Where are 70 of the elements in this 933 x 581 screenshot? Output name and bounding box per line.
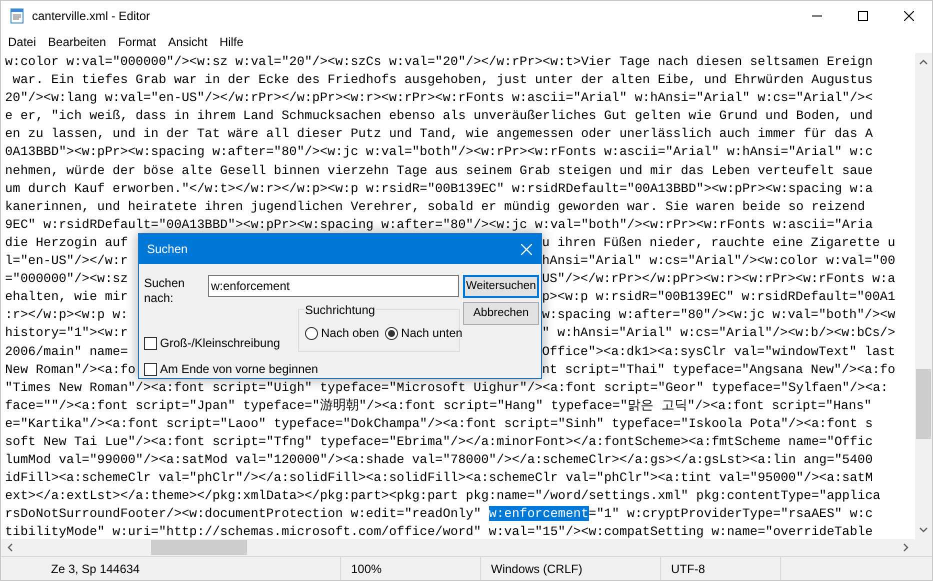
code-line: w:spacing w:after="80"/><w:jc w:val="both"/><w <box>542 306 896 324</box>
checkbox[interactable] <box>144 336 157 350</box>
code-line: e="Kartika"/><a:font script="Laoo" typeface="DokChampa"/><a:font script="Sinh" typeface="Iskoola Pota"/><a:font s <box>5 414 873 433</box>
code-line: US"/></w:rPr></w:pPr><w:r><w:rPr><w:rFonts w:a <box>542 270 896 288</box>
radio-button[interactable] <box>385 326 398 340</box>
code-line: lumMod val="99000"/><a:satMod val="120000"/><a:shade val="78000"/></a:schemeClr></a:gs></a:gsLst><a:lin ang="5400 <box>5 451 873 470</box>
scroll-right-icon[interactable] <box>903 543 909 552</box>
code-line: nehmen, würde der böse alte Gesell binnen vierzehn Tage aus seinem Grab steigen und mir das Leben verteufelt saue <box>5 162 873 180</box>
code-line: 20"/><w:lang w:val="en-US"/></w:rPr></w:pPr><w:r><w:rPr><w:rFonts w:ascii="Arial" w:hAnsi="Arial" w:cs="Arial"/>< <box>5 89 873 108</box>
code-line: face=""/><a:font script="Jpan" typeface="游明朝"/><a:font script="Hang" typeface="맑은 고딕"/><a:font script="Hans" <box>5 396 872 415</box>
code-line: l="en-US"/></w:r <box>5 253 128 268</box>
code-line: nt script="Thai" typeface="Angsana New"/><a:fo <box>542 360 896 379</box>
code-line: rsDoNotSurroundFooter/><w:documentProtection w:edit="readOnly" w:enforcement="1" w:cryptProviderType="rsaAES" w:c <box>5 505 873 524</box>
checkbox[interactable] <box>144 362 157 376</box>
radio-label: Nach oben <box>321 325 380 342</box>
code-line: :r></w:p><w:p w: <box>5 307 128 322</box>
scroll-left-icon[interactable] <box>7 543 13 552</box>
code-line: New Roman"/><a:fo <box>5 362 136 377</box>
status-text: Ze 3, Sp 144634 <box>51 560 140 578</box>
code-line: soft New Tai Lue"/><a:font script="Tfng" typeface="Ebrima"/></a:minorFont></a:fontScheme><a:fmtScheme name="Offic <box>5 432 873 451</box>
checkbox-label: Am Ende von vorne beginnen <box>160 361 318 378</box>
scroll-down-icon[interactable] <box>919 527 928 533</box>
code-line: 0A13BBD"><w:pPr><w:spacing w:after="80"/><w:jc w:val="both"/><w:rPr><w:rFonts w:ascii="Arial" w:hAnsi="Arial" w:c <box>5 143 873 162</box>
menu-item[interactable]: Hilfe <box>213 31 250 53</box>
window-title: canterville.xml - Editor <box>32 8 150 25</box>
menu-item[interactable]: Ansicht <box>162 31 214 53</box>
code-line: Office"><a:dk1><a:sysClr val="windowText" last <box>542 342 896 360</box>
code-line: p><w:p w:rsidR="00B139EC" w:rsidRDefault="00A1 <box>542 288 896 306</box>
code-line: 9EC" w:rsidRDefault="00A13BBD"><w:pPr><w:spacing w:after="80"/><w:jc w:val="both"/><w:rPr><w:rFonts w:ascii="Aria <box>5 216 873 234</box>
status-text: UTF-8 <box>671 560 705 578</box>
code-line: 2006/main" name= <box>5 344 128 358</box>
scrollbar-thumb[interactable] <box>151 540 247 555</box>
scrollbar-thumb[interactable] <box>916 369 931 439</box>
vertical-scrollbar[interactable] <box>915 53 932 539</box>
code-line: w:color w:val="000000"/><w:sz w:val="20"/><w:szCs w:val="20"/></w:rPr><w:t>Vier Tage nach diesen seltsamen Ereign <box>5 53 873 71</box>
close-icon <box>520 244 532 254</box>
cancel-button[interactable]: Abbrechen <box>463 302 539 325</box>
status-text: Windows (CRLF) <box>491 560 582 578</box>
code-line: " w:hAnsi="Arial" w:cs="Arial"/><w:b/><w:bCs/> <box>542 324 896 342</box>
code-line: history="1"><w:r <box>5 325 128 340</box>
status-text: 100% <box>351 560 382 578</box>
code-line: war. Ein tiefes Grab war in der Ecke des Friedhofs ausgehoben, just unter der alten Eibe, und Ehrwürden Augustus <box>12 71 873 90</box>
code-line: kanerinnen, und heiratete ihren jugendlichen Verehrer, sobald er mündig geworden war. Sie waren beide so reizend <box>5 198 866 216</box>
close-icon <box>904 11 914 21</box>
menu-item[interactable]: Bearbeiten <box>42 31 112 53</box>
code-line: e er, "ich weiß, dass in ihrem Land Schmucksachen ebenso als unveräußerliches Gut gelten wie Grund und Boden, und <box>5 107 873 126</box>
code-line: tibilityMode" w:uri="http://schemas.microsoft.com/office/word" w:val="15"/><w:compatSetting w:name="overrideTable <box>5 523 873 539</box>
code-line: hAnsi="Arial" w:cs="Arial"/><w:color w:val="00 <box>542 252 896 270</box>
checkbox-label: Groß-/Kleinschreibung <box>160 335 280 352</box>
code-line: ="000000"/><w:sz <box>5 271 128 286</box>
code-line: ehalten, wie mir <box>5 289 128 304</box>
menu-item[interactable]: Format <box>112 31 162 53</box>
scroll-up-icon[interactable] <box>919 59 928 65</box>
notepad-icon <box>9 8 25 24</box>
radio-label: Nach unten <box>401 325 462 342</box>
code-line: idFill><a:schemeClr val="phClr"/></a:solidFill><a:solidFill><a:schemeClr val="phClr"><a:tint val="95000"/><a:satM <box>5 469 873 488</box>
code-line: "Times New Roman"/><a:font script="Uigh" typeface="Microsoft Uighur"/><a:font script="Geor" typeface="Sylfaen"/><a: <box>5 378 888 397</box>
code-line: die Herzogin auf <box>5 234 128 250</box>
radio-button[interactable] <box>305 326 318 340</box>
search-input[interactable]: w:enforcement <box>208 275 459 297</box>
code-line: ext></a:extLst></a:theme></pkg:xmlData></pkg:part><pkg:part pkg:name="/word/settings.xml" pkg:contentType="applica <box>5 487 880 506</box>
horizontal-scrollbar[interactable] <box>1 539 915 556</box>
maximize-icon <box>858 11 868 21</box>
code-line: um durch Kauf erworben."</w:t></w:r></w:p><w:p w:rsidR="00B139EC" w:rsidRDefault="00A13BBD"><w:pPr><w:spacing w:a <box>5 180 873 198</box>
menu-item[interactable]: Datei <box>2 31 42 53</box>
code-line: en zu lassen, und in der Tat wäre all dieser Putz und Tand, wie angemessen oder unerlässlich auch immer für das A <box>5 125 873 144</box>
search-label: Suchen nach: <box>144 276 186 306</box>
find-next-button[interactable]: Weitersuchen <box>463 275 539 298</box>
code-line: u ihren Füßen nieder, rauchte eine Zigarette u <box>542 234 896 252</box>
dialog-title: Suchen <box>147 241 188 258</box>
